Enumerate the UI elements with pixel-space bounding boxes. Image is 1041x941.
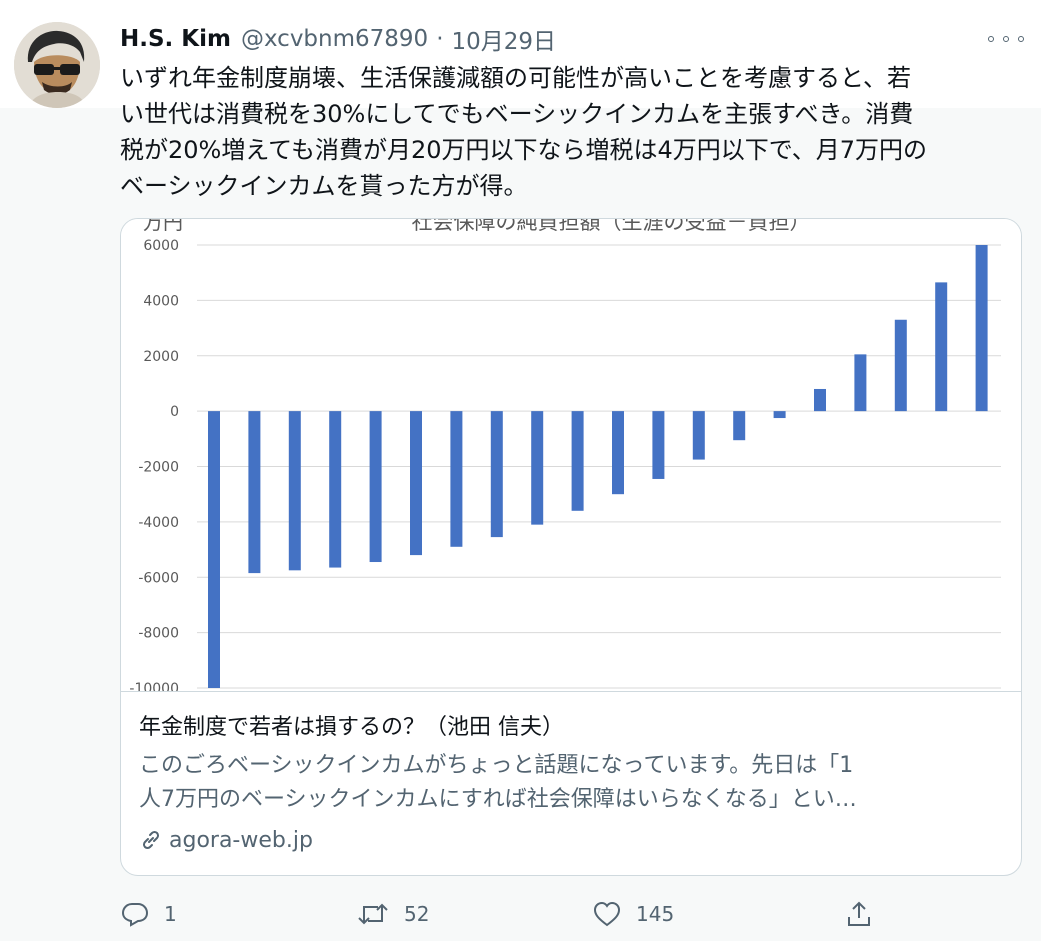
card-domain-text: agora-web.jp bbox=[169, 827, 313, 853]
retweet-count: 52 bbox=[404, 902, 430, 926]
more-dot bbox=[1003, 36, 1009, 42]
retweet-button[interactable]: 52 bbox=[356, 892, 429, 936]
chart-bar bbox=[733, 411, 746, 441]
tweet-text-line: 税が20%増えても消費が月20万円以下なら増税は4万円以下で、月7万円の bbox=[120, 136, 928, 164]
chart-grid bbox=[197, 244, 1001, 689]
chart-y-tick-label: 2000 bbox=[143, 349, 179, 365]
more-options-icon[interactable] bbox=[988, 26, 1024, 52]
header-separator: · bbox=[436, 26, 444, 52]
card-domain: agora-web.jp bbox=[139, 823, 313, 857]
chart-bar bbox=[248, 411, 261, 574]
reply-count: 1 bbox=[164, 902, 177, 926]
card-image[interactable]: 6000 4000 2000 0 -2000 -4000 -6000 -8000 -10000 … bbox=[121, 219, 1021, 692]
tweet-date[interactable]: 10月29日 bbox=[452, 22, 557, 56]
chart-bar bbox=[652, 411, 665, 479]
chart-bar bbox=[814, 388, 826, 412]
chart-y-axis-label: 万円 bbox=[143, 219, 183, 234]
chart-y-tick-label: -10000 bbox=[129, 681, 179, 692]
chart-y-tick-label: -4000 bbox=[138, 515, 179, 531]
chart-bar bbox=[935, 282, 948, 412]
chart-bar bbox=[450, 411, 463, 547]
tweet-text-line: ベーシックインカムを貰った方が得。 bbox=[120, 172, 528, 200]
link-icon bbox=[142, 830, 160, 850]
chart-bar bbox=[410, 411, 422, 556]
chart-y-tick-label: -8000 bbox=[138, 626, 179, 642]
avatar-illustration bbox=[14, 22, 100, 108]
chart-bar bbox=[531, 411, 544, 525]
chart-bar bbox=[369, 411, 382, 563]
like-button[interactable]: 145 bbox=[592, 892, 674, 936]
tweet-text-line: いずれ年金制度崩壊、生活保護減額の可能性が高いことを考慮すると、若 bbox=[120, 64, 912, 92]
chart-y-ticks: 6000 4000 2000 0 -2000 -4000 -6000 -8000 -10000 bbox=[129, 238, 179, 692]
chart-bar bbox=[288, 411, 301, 571]
more-dot bbox=[1018, 36, 1024, 42]
card-title: 年金制度で若者は損するの？（池田 信夫） bbox=[139, 715, 564, 740]
chart-bar bbox=[894, 319, 907, 412]
like-count: 145 bbox=[636, 902, 675, 926]
chart-bar bbox=[975, 245, 988, 412]
chart-title: 社会保障の純負担額（生涯の受益－負担） bbox=[412, 219, 811, 234]
tweet-header: H.S. Kim @xcvbnm67890 · 10月29日 bbox=[120, 20, 556, 58]
chart-bar bbox=[208, 411, 220, 688]
chart-y-tick-label: 4000 bbox=[143, 293, 179, 309]
chart-y-tick-label: -2000 bbox=[138, 460, 179, 476]
chart-bar bbox=[612, 411, 624, 495]
avatar[interactable] bbox=[14, 22, 100, 108]
tweet-actions: 1 52 145 bbox=[120, 892, 920, 936]
link-preview-card[interactable]: 6000 4000 2000 0 -2000 -4000 -6000 -8000 -10000 … bbox=[120, 218, 1022, 876]
retweet-icon bbox=[358, 903, 388, 925]
chart-y-tick-label: 0 bbox=[170, 404, 179, 420]
chart-bar bbox=[329, 411, 342, 568]
card-description-line: 人7万円のベーシックインカムにすれば社会保障はいらなくなる」とい… bbox=[139, 787, 857, 812]
tweet-text: いずれ年金制度崩壊、生活保護減額の可能性が高いことを考慮すると、若 い世代は消費… bbox=[120, 60, 1020, 204]
reply-icon bbox=[121, 903, 149, 927]
chart: 6000400020000-2000-4000-6000-8000-10000 … bbox=[129, 219, 1001, 692]
heart-icon bbox=[593, 901, 621, 927]
chart-bar bbox=[571, 411, 584, 511]
card-description: このごろベーシックインカムがちょっと話題になっています。先日は「1 人7万円のベ… bbox=[139, 749, 1005, 817]
chart-bar bbox=[490, 411, 503, 538]
reply-button[interactable]: 1 bbox=[120, 892, 177, 936]
chart-bar bbox=[854, 354, 867, 412]
share-icon bbox=[848, 901, 870, 926]
share-button[interactable] bbox=[844, 892, 874, 936]
tweet-text-line: い世代は消費税を30%にしてでもベーシックインカムを主張すべき。消費 bbox=[120, 100, 914, 128]
chart-bar bbox=[692, 411, 705, 460]
chart-bar bbox=[773, 411, 786, 419]
author-name[interactable]: H.S. Kim bbox=[120, 26, 231, 52]
chart-y-tick-label: 6000 bbox=[143, 238, 179, 254]
author-handle[interactable]: @xcvbnm67890 bbox=[241, 26, 428, 52]
more-dot bbox=[988, 36, 994, 42]
card-description-line: このごろベーシックインカムがちょっと話題になっています。先日は「1 bbox=[139, 753, 854, 778]
chart-y-tick-label: -6000 bbox=[138, 570, 179, 586]
